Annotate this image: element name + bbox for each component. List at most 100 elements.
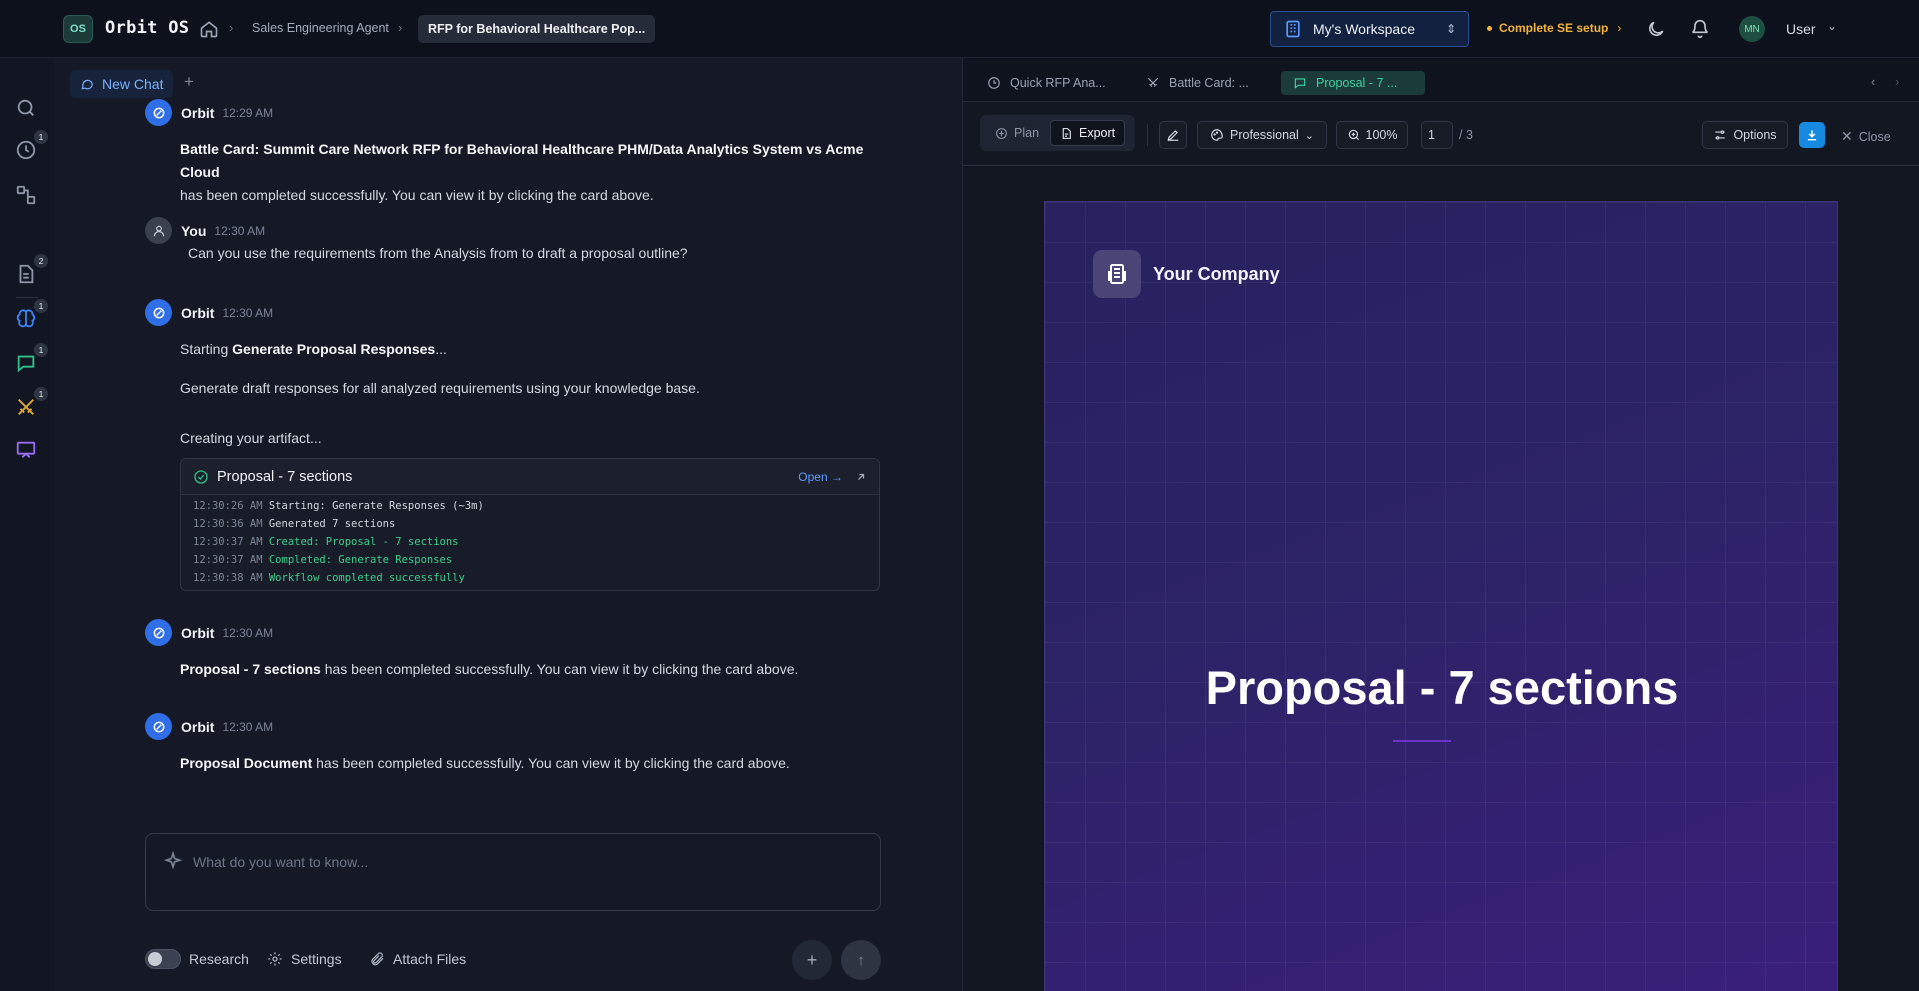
documents-badge: 2 <box>34 254 48 268</box>
message-text: has been completed successfully. You can… <box>312 755 790 771</box>
chat-icon[interactable] <box>15 352 37 374</box>
export-button[interactable]: Export <box>1050 120 1126 146</box>
message-author: Orbit <box>181 304 215 321</box>
message-time: 12:29 AM <box>222 105 274 120</box>
log-time: 12:30:26 AM <box>193 500 269 512</box>
download-button[interactable] <box>1799 122 1825 148</box>
tab-battle-card[interactable]: Battle Card: ... <box>1146 71 1249 95</box>
bell-icon[interactable] <box>1690 19 1710 39</box>
breadcrumb-agent[interactable]: Sales Engineering Agent <box>252 21 389 35</box>
log-line: 12:30:26 AM Starting: Generate Responses… <box>193 497 867 515</box>
send-button[interactable]: ↑ <box>841 940 881 980</box>
message-body: Starting Generate Proposal Responses... <box>180 338 447 361</box>
research-label: Research <box>189 951 249 967</box>
options-button[interactable]: Options <box>1702 121 1788 149</box>
log-text: Generated 7 sections <box>268 518 396 530</box>
orbit-avatar-icon <box>145 619 172 646</box>
style-select[interactable]: Professional ⌄ <box>1197 121 1327 149</box>
history-icon[interactable] <box>15 139 37 161</box>
chevron-down-icon: ⌄ <box>1304 129 1315 142</box>
user-avatar-icon <box>145 217 172 244</box>
workflow-icon[interactable] <box>15 184 37 206</box>
complete-setup-link[interactable]: Complete SE setup › <box>1487 21 1621 35</box>
message-bold: Proposal Document <box>180 755 313 771</box>
tab-quick-rfp[interactable]: Quick RFP Ana... <box>987 71 1106 95</box>
slide-page: Your Company Proposal - 7 sections <box>1044 201 1838 991</box>
sparkle-icon <box>163 851 183 870</box>
chat-panel: New Chat + Orbit 12:29 AM Battle Card: S… <box>54 58 962 991</box>
brain-icon[interactable] <box>15 308 37 330</box>
artifact-log: 12:30:26 AM Starting: Generate Responses… <box>181 495 879 589</box>
document-icon[interactable] <box>15 263 37 285</box>
chevron-down-icon[interactable]: ⌄ <box>1827 19 1837 33</box>
palette-icon <box>1211 129 1223 141</box>
presentation-icon[interactable] <box>15 439 37 461</box>
message-body: Battle Card: Summit Care Network RFP for… <box>180 138 900 207</box>
arrow-up-icon: ↑ <box>857 951 865 969</box>
edit-button[interactable] <box>1159 121 1187 149</box>
close-button[interactable]: ✕ Close <box>1841 128 1891 145</box>
artifact-card[interactable]: Proposal - 7 sections Open → 12:30:26 AM… <box>180 458 880 591</box>
chevron-right-icon: › <box>1617 21 1622 35</box>
chevron-left-icon[interactable]: ‹ <box>1871 74 1875 89</box>
slide-company: Your Company <box>1153 264 1280 284</box>
external-link-icon[interactable] <box>855 471 867 483</box>
add-tab-icon[interactable]: + <box>184 72 194 92</box>
slide-divider <box>1393 740 1451 742</box>
page-total: / 3 <box>1459 128 1473 142</box>
message-header: You 12:30 AM <box>145 217 265 244</box>
log-line: 12:30:37 AM Created: Proposal - 7 sectio… <box>193 533 867 551</box>
message-author: Orbit <box>181 718 215 735</box>
log-line: 12:30:36 AM Generated 7 sections <box>193 515 867 533</box>
tab-label: Proposal - 7 ... <box>1316 76 1398 90</box>
export-label: Export <box>1079 126 1116 140</box>
zoom-value: 100% <box>1365 128 1398 142</box>
message-bold: Battle Card: Summit Care Network RFP for… <box>180 141 864 180</box>
building-icon <box>1286 20 1300 38</box>
message-bold: Proposal - 7 sections <box>180 661 321 677</box>
log-text: Workflow completed successfully <box>268 572 465 584</box>
settings-button[interactable]: Settings <box>291 951 342 967</box>
zoom-button[interactable]: 100% <box>1336 121 1408 149</box>
chat-input[interactable] <box>193 851 833 873</box>
paperclip-icon[interactable] <box>369 951 385 967</box>
app-title: Orbit OS <box>105 18 190 38</box>
slide-title: Proposal - 7 sections <box>1205 661 1679 714</box>
plan-label: Plan <box>1014 126 1040 140</box>
research-toggle[interactable] <box>145 949 181 969</box>
swords-icon[interactable] <box>15 396 37 418</box>
message-time: 12:30 AM <box>222 719 274 734</box>
chevron-right-icon[interactable]: › <box>1895 74 1899 89</box>
document-canvas[interactable]: Your Company Proposal - 7 sections <box>963 167 1919 991</box>
artifact-title: Proposal - 7 sections <box>217 468 353 485</box>
page-input[interactable]: 1 <box>1421 121 1453 149</box>
brain-badge: 1 <box>34 299 48 313</box>
workspace-selector[interactable]: My's Workspace ⇕ <box>1270 11 1469 47</box>
home-icon[interactable] <box>199 19 219 39</box>
message-header: Orbit 12:29 AM <box>145 99 273 126</box>
breadcrumb-current[interactable]: RFP for Behavioral Healthcare Pop... <box>418 15 656 43</box>
tab-proposal[interactable]: Proposal - 7 ... <box>1281 71 1425 95</box>
avatar[interactable]: MN <box>1739 16 1765 42</box>
artifact-open-link[interactable]: Open → <box>798 470 843 484</box>
attach-files-button[interactable]: Attach Files <box>393 951 466 967</box>
pencil-icon <box>1167 130 1179 141</box>
search-icon[interactable] <box>15 97 37 119</box>
moon-icon[interactable] <box>1646 19 1666 39</box>
message-suffix: ... <box>435 341 447 357</box>
message-prefix: Starting <box>180 341 233 357</box>
zoom-in-icon <box>1348 129 1359 141</box>
app-logo[interactable]: OS <box>63 15 93 43</box>
artifact-viewer: Quick RFP Ana... Battle Card: ... Propos… <box>962 58 1919 991</box>
chat-badge: 1 <box>34 343 48 357</box>
add-button[interactable]: + <box>792 940 832 980</box>
tab-new-chat[interactable]: New Chat <box>70 70 174 98</box>
user-name[interactable]: User <box>1786 21 1816 37</box>
status-dot-icon <box>1487 25 1492 31</box>
gear-icon[interactable] <box>267 951 283 967</box>
message-bold: Generate Proposal Responses <box>232 341 436 357</box>
tab-label: New Chat <box>102 76 164 92</box>
plan-button[interactable]: Plan <box>986 120 1048 146</box>
message-header: Orbit 12:30 AM <box>145 299 273 326</box>
log-text: Completed: Generate Responses <box>268 554 453 566</box>
